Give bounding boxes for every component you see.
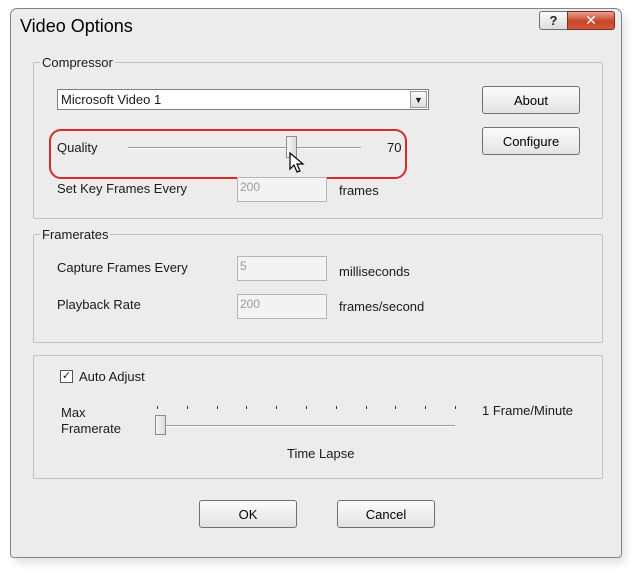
help-button[interactable]: ? (539, 11, 567, 30)
keyframes-field[interactable]: 200 (237, 177, 327, 202)
slider-tick (395, 406, 397, 409)
slider-tick (365, 406, 367, 409)
about-button[interactable]: About (482, 86, 580, 114)
framerate-slider-track[interactable] (157, 425, 455, 427)
cancel-button[interactable]: Cancel (337, 500, 435, 528)
slider-tick (157, 406, 158, 409)
quality-highlight-ring (49, 129, 407, 179)
max-label-line1: Max (61, 405, 86, 420)
slider-tick (186, 406, 188, 409)
title-bar-buttons: ? ✕ (539, 11, 615, 30)
quality-label: Quality (57, 140, 98, 155)
compressor-legend: Compressor (42, 55, 113, 70)
quality-value: 70 (387, 140, 402, 155)
slider-tick (425, 406, 427, 409)
auto-adjust-label[interactable]: Auto Adjust (79, 369, 145, 384)
dialog-title: Video Options (20, 16, 133, 36)
chevron-down-icon[interactable]: ▼ (410, 91, 427, 108)
slider-tick (335, 406, 337, 409)
max-framerate-label: Max Framerate (61, 405, 121, 437)
ok-button[interactable]: OK (199, 500, 297, 528)
quality-slider-track[interactable] (128, 147, 361, 149)
time-lapse-label: Time Lapse (287, 446, 355, 461)
video-options-dialog: Video Options ? ✕ Compressor Microsoft V… (10, 8, 622, 558)
auto-adjust-checkbox[interactable]: ✓ (60, 370, 73, 383)
compressor-select[interactable]: Microsoft Video 1 ▼ (57, 89, 429, 110)
framerate-slider-thumb[interactable] (155, 415, 166, 435)
slider-tick (216, 406, 218, 409)
slider-tick (276, 406, 278, 409)
playback-label: Playback Rate (57, 297, 141, 312)
min-framerate-label: 1 Frame/Minute (482, 403, 574, 418)
configure-button[interactable]: Configure (482, 127, 580, 155)
capture-label: Capture Frames Every (57, 260, 188, 275)
close-button[interactable]: ✕ (567, 11, 615, 30)
capture-unit: milliseconds (339, 264, 410, 279)
playback-unit: frames/second (339, 299, 425, 314)
playback-field[interactable]: 200 (237, 294, 327, 319)
max-label-line2: Framerate (61, 421, 121, 436)
keyframes-unit: frames (339, 183, 379, 198)
slider-tick (306, 406, 307, 409)
framerates-legend: Framerates (42, 227, 109, 242)
capture-field[interactable]: 5 (237, 256, 327, 281)
mouse-cursor-icon (289, 152, 305, 173)
compressor-select-value: Microsoft Video 1 (61, 92, 162, 107)
framerates-group: Framerates (33, 227, 603, 343)
keyframes-label: Set Key Frames Every (57, 181, 188, 196)
slider-tick (246, 406, 248, 409)
slider-tick (455, 406, 456, 409)
